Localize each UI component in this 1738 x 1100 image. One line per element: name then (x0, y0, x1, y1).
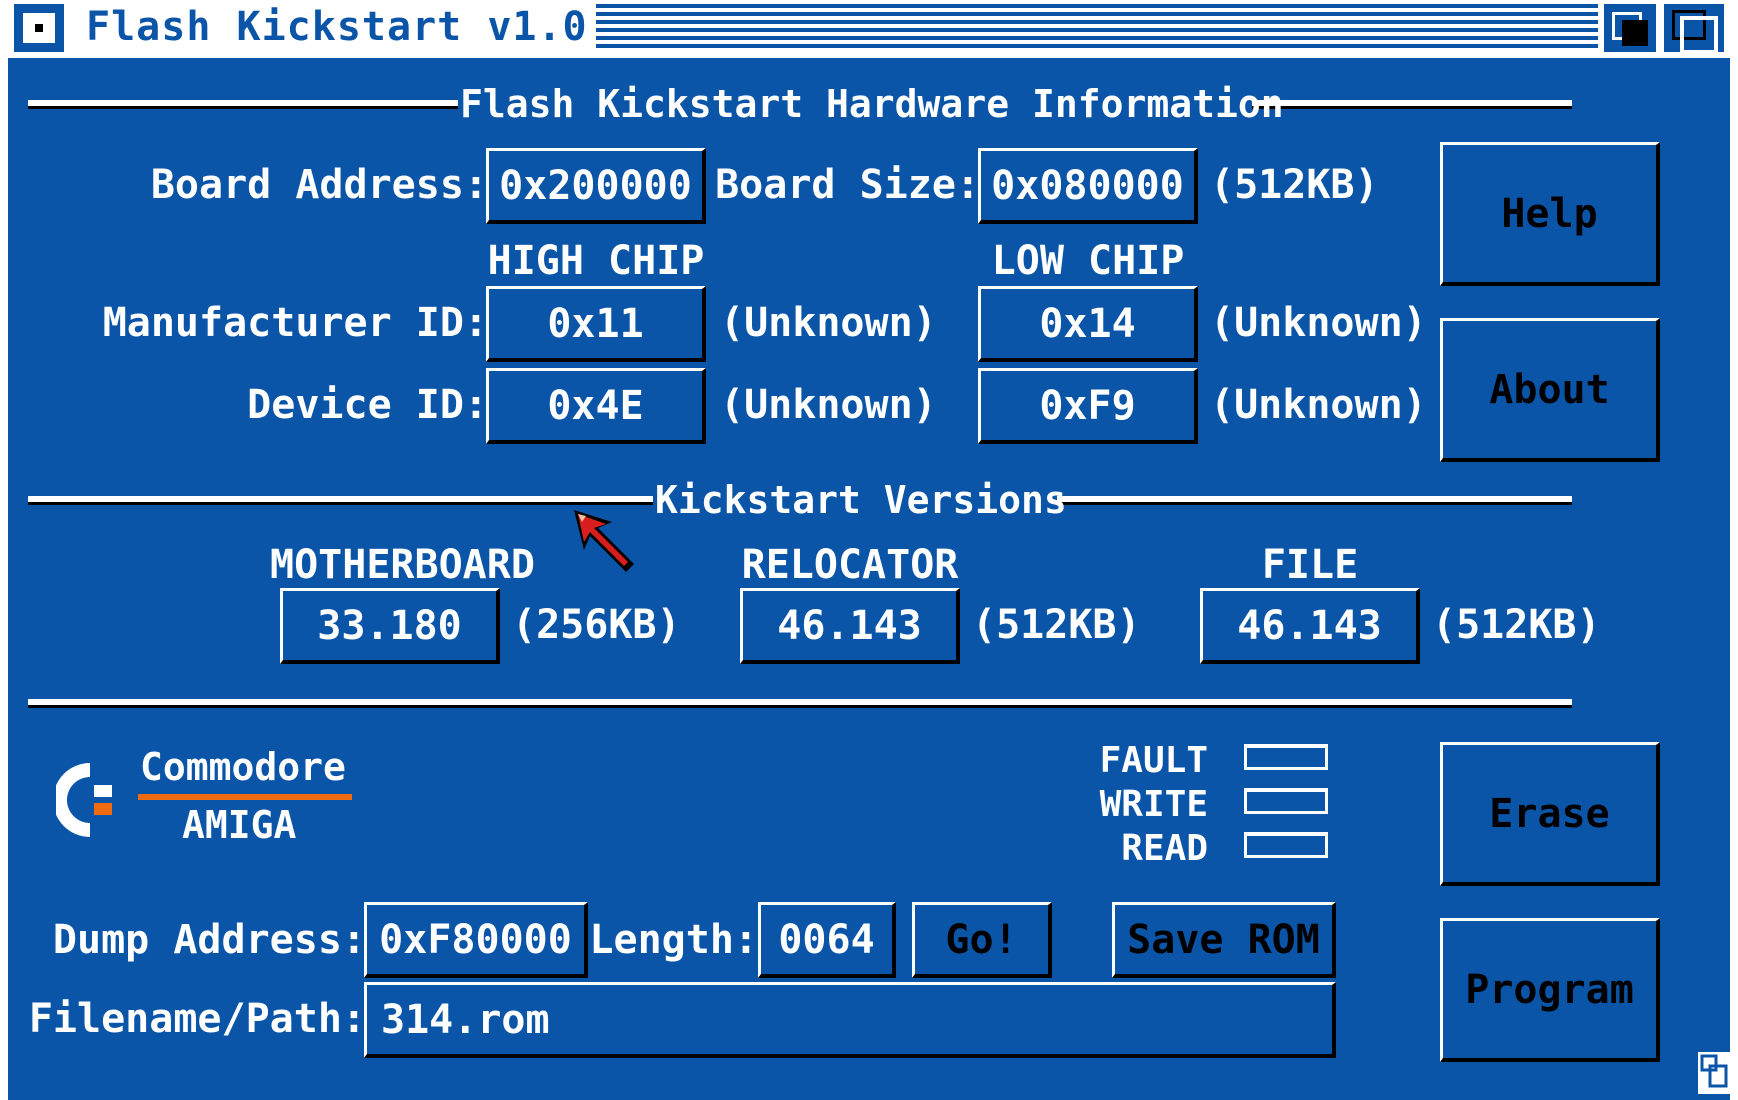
window-title: Flash Kickstart v1.0 (78, 2, 596, 52)
help-button[interactable]: Help (1440, 142, 1660, 286)
high-manufacturer-id: 0x11 (486, 286, 706, 362)
high-device-id: 0x4E (486, 368, 706, 444)
file-size: (512KB) (1432, 602, 1601, 648)
relocator-version: 46.143 (740, 588, 960, 664)
mouse-pointer-icon (574, 510, 634, 572)
write-indicator (1244, 788, 1328, 814)
resize-icon[interactable] (1698, 1052, 1730, 1094)
low-device-id: 0xF9 (978, 368, 1198, 444)
board-address-value: 0x200000 (486, 148, 706, 224)
manufacturer-id-label: Manufacturer ID: (102, 300, 488, 346)
board-size-value: 0x080000 (978, 148, 1198, 224)
motherboard-size: (256KB) (512, 602, 681, 648)
low-manufacturer-note: (Unknown) (1210, 300, 1427, 346)
about-button[interactable]: About (1440, 318, 1660, 462)
commodore-chickenhead-icon (56, 763, 112, 837)
motherboard-version: 33.180 (280, 588, 500, 664)
high-manufacturer-note: (Unknown) (720, 300, 937, 346)
read-label: READ (1121, 828, 1208, 869)
depth-arrange-icon[interactable] (1604, 4, 1656, 52)
file-label: FILE (1261, 542, 1359, 588)
logo-amiga-text: AMIGA (182, 803, 297, 847)
length-label: Length: (589, 917, 758, 963)
motherboard-label: MOTHERBOARD (270, 542, 535, 588)
separator-operations (28, 699, 1572, 708)
logo-commodore-text: Commodore (140, 745, 346, 789)
board-size-label: Board Size: (715, 162, 980, 208)
section-title-versions: Kickstart Versions (653, 478, 1067, 522)
dump-address-label: Dump Address: (52, 917, 366, 963)
erase-button[interactable]: Erase (1440, 742, 1660, 886)
flash-kickstart-window: Flash Kickstart v1.0 Flash Kickstart Har… (8, 0, 1730, 1100)
filename-label: Filename/Path: (28, 996, 366, 1042)
fault-indicator (1244, 744, 1328, 770)
program-button[interactable]: Program (1440, 918, 1660, 1062)
filename-input[interactable]: 314.rom (364, 982, 1336, 1058)
low-manufacturer-id: 0x14 (978, 286, 1198, 362)
length-input[interactable]: 0064 (758, 902, 896, 978)
go-button[interactable]: Go! (912, 902, 1052, 978)
commodore-amiga-logo: Commodore AMIGA (56, 745, 366, 855)
low-device-note: (Unknown) (1210, 382, 1427, 428)
relocator-label: RELOCATOR (741, 542, 959, 588)
save-rom-button[interactable]: Save ROM (1112, 902, 1336, 978)
low-chip-label: LOW CHIP (991, 238, 1185, 284)
board-address-label: Board Address: (150, 162, 488, 208)
relocator-size: (512KB) (972, 602, 1141, 648)
device-id-label: Device ID: (247, 382, 488, 428)
zoom-icon[interactable] (1664, 4, 1724, 54)
high-device-note: (Unknown) (720, 382, 937, 428)
logo-underline (138, 794, 352, 800)
section-title-hardware: Flash Kickstart Hardware Information (458, 82, 1284, 126)
close-icon[interactable] (14, 4, 64, 52)
file-version: 46.143 (1200, 588, 1420, 664)
board-size-note: (512KB) (1210, 162, 1379, 208)
fault-label: FAULT (1099, 740, 1208, 781)
dump-address-input[interactable]: 0xF80000 (364, 902, 588, 978)
title-bar[interactable]: Flash Kickstart v1.0 (8, 0, 1730, 58)
read-indicator (1244, 832, 1328, 858)
write-label: WRITE (1099, 784, 1208, 825)
high-chip-label: HIGH CHIP (487, 238, 705, 284)
